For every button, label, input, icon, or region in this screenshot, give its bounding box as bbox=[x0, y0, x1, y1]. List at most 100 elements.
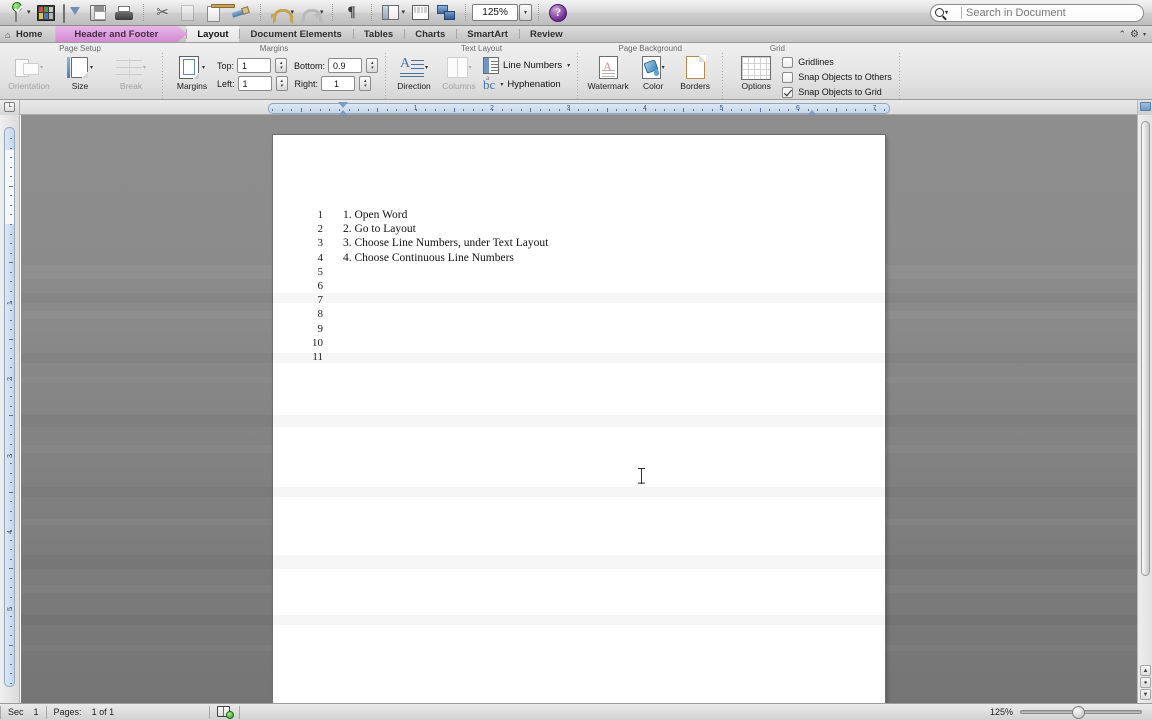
browse-previous-icon[interactable]: ▲ bbox=[1140, 665, 1151, 676]
document-line[interactable]: 3 3. Choose Line Numbers, under Text Layo… bbox=[289, 237, 549, 251]
scrollbar-thumb[interactable] bbox=[1141, 121, 1150, 576]
line-numbers-menu[interactable]: Line Numbers ▾ bbox=[483, 57, 570, 74]
undo-button[interactable] bbox=[267, 2, 293, 24]
help-button[interactable]: ? bbox=[545, 2, 571, 24]
document-line[interactable]: 1 1. Open Word bbox=[289, 209, 548, 223]
ruler-tick bbox=[425, 108, 427, 111]
page-color-button[interactable]: ▾ Color bbox=[634, 54, 672, 91]
zoom-stepper[interactable]: ▾ bbox=[519, 4, 533, 21]
ruler-tick bbox=[9, 243, 12, 245]
status-bar: Sec 1 Pages: 1 of 1 125% bbox=[0, 703, 1152, 720]
document-workspace[interactable]: 1 1. Open Word 2 2. Go to Layout 3 3. Choose … bbox=[21, 115, 1152, 703]
line-text[interactable]: 3. Choose Line Numbers, under Text Layou… bbox=[323, 237, 548, 249]
tab-tables[interactable]: Tables bbox=[352, 26, 404, 42]
status-pages[interactable]: Pages: 1 of 1 bbox=[47, 704, 122, 720]
search-input[interactable] bbox=[966, 6, 1139, 19]
ruler-tick bbox=[9, 472, 12, 474]
tab-smartart[interactable]: SmartArt bbox=[456, 26, 519, 42]
snap-grid-checkbox-box[interactable] bbox=[782, 86, 794, 98]
tab-charts[interactable]: Charts bbox=[404, 26, 456, 42]
search-box[interactable]: ▾ bbox=[930, 3, 1144, 22]
first-line-indent-marker[interactable] bbox=[338, 102, 348, 108]
margin-left-field[interactable]: 1 bbox=[237, 76, 272, 91]
columns-button[interactable]: ▾ Columns bbox=[438, 54, 480, 91]
media-browser-button[interactable] bbox=[433, 2, 459, 24]
cut-button[interactable]: ✂ bbox=[150, 2, 176, 24]
margin-left-stepper[interactable]: ▴ ▾ bbox=[275, 76, 288, 91]
gear-icon[interactable]: ⚙ bbox=[1130, 29, 1139, 40]
gear-caret-icon[interactable]: ▾ bbox=[1143, 31, 1146, 38]
gridlines-checkbox[interactable]: Gridlines bbox=[782, 55, 892, 69]
vertical-ruler-track[interactable]: 1 2 3 4 5 bbox=[4, 127, 15, 687]
tab-review-label: Review bbox=[529, 28, 563, 40]
tab-document-elements[interactable]: Document Elements bbox=[239, 26, 352, 42]
copy-button[interactable] bbox=[176, 2, 202, 24]
tab-layout[interactable]: Layout bbox=[186, 26, 240, 42]
toolbox-button[interactable] bbox=[407, 2, 433, 24]
margin-right-field[interactable]: 1 bbox=[321, 76, 356, 91]
document-line[interactable]: 10 bbox=[289, 337, 548, 351]
margins-button[interactable]: ▾ Margins bbox=[170, 54, 214, 91]
paste-button[interactable] bbox=[202, 2, 236, 24]
document-line[interactable]: 9 bbox=[289, 323, 548, 337]
line-text[interactable]: 1. Open Word bbox=[323, 209, 407, 221]
select-browse-object-icon[interactable]: ● bbox=[1140, 677, 1151, 688]
margin-right-stepper[interactable]: ▴ ▾ bbox=[359, 76, 372, 91]
margin-top-stepper[interactable]: ▴ ▾ bbox=[275, 58, 288, 73]
document-text-body[interactable]: 1 1. Open Word 2 2. Go to Layout 3 3. Choose … bbox=[289, 209, 548, 365]
document-line[interactable]: 2 2. Go to Layout bbox=[289, 223, 548, 237]
ribbon-group-grid: Grid Options Gridlines Snap Objects to O… bbox=[725, 43, 897, 100]
templates-button[interactable] bbox=[33, 2, 59, 24]
grid-options-button[interactable]: Options bbox=[733, 54, 779, 91]
snap-objects-to-grid-checkbox[interactable]: Snap Objects to Grid bbox=[782, 85, 892, 99]
snap-others-checkbox-box[interactable] bbox=[782, 71, 794, 83]
snap-objects-to-others-checkbox[interactable]: Snap Objects to Others bbox=[782, 70, 892, 84]
tab-home[interactable]: ⌂ Home bbox=[0, 26, 58, 42]
document-line[interactable]: 6 bbox=[289, 280, 548, 294]
margin-bottom-stepper[interactable]: ▴ ▾ bbox=[366, 58, 379, 73]
line-text[interactable]: 4. Choose Continuous Line Numbers bbox=[323, 252, 514, 264]
horizontal-ruler-track[interactable]: 1 2 3 4 5 6 7 bbox=[268, 103, 890, 114]
show-marks-button[interactable]: ¶ bbox=[339, 2, 365, 24]
sidebar-button[interactable] bbox=[378, 2, 404, 24]
watermark-button[interactable]: Watermark bbox=[585, 54, 631, 91]
size-button[interactable]: ▾ Size bbox=[56, 54, 104, 91]
redo-arrow-icon bbox=[300, 6, 323, 24]
proofing-status[interactable] bbox=[210, 704, 239, 720]
zoom-value-field[interactable]: 125% bbox=[472, 4, 519, 21]
format-painter-button[interactable] bbox=[228, 2, 254, 24]
ruler-tick bbox=[625, 108, 627, 111]
search-magnifier-icon[interactable]: ▾ bbox=[935, 6, 957, 20]
scrollbar-top-control[interactable] bbox=[1137, 100, 1152, 115]
zoom-slider-knob[interactable] bbox=[1072, 705, 1085, 719]
save-button[interactable] bbox=[85, 2, 111, 24]
document-line[interactable]: 4 4. Choose Continuous Line Numbers bbox=[289, 252, 548, 266]
ruler-tick bbox=[319, 108, 321, 111]
break-button[interactable]: ▾ Break bbox=[107, 54, 155, 91]
direction-button[interactable]: A ▾ Direction bbox=[393, 54, 435, 92]
line-text[interactable]: 2. Go to Layout bbox=[323, 223, 416, 235]
margin-bottom-field[interactable]: 0.9 bbox=[328, 58, 363, 73]
margin-top-field[interactable]: 1 bbox=[237, 58, 272, 73]
ruler-tick bbox=[654, 108, 656, 111]
tab-stop-selector[interactable]: └ bbox=[0, 100, 20, 115]
browse-next-icon[interactable]: ▼ bbox=[1140, 689, 1151, 700]
orientation-button[interactable]: ▾ Orientation bbox=[5, 54, 53, 91]
tab-header-and-footer[interactable]: Header and Footer bbox=[56, 26, 179, 42]
zoom-slider[interactable] bbox=[1020, 705, 1142, 719]
page-borders-button[interactable]: Borders bbox=[675, 54, 715, 91]
vertical-scrollbar[interactable]: ▲ ● ▼ bbox=[1137, 115, 1152, 703]
gridlines-checkbox-box[interactable] bbox=[782, 56, 794, 68]
line-numbers-caret-icon[interactable]: ▾ bbox=[567, 62, 570, 69]
tab-review[interactable]: Review bbox=[518, 26, 574, 42]
vertical-ruler[interactable]: 1 2 3 4 5 bbox=[0, 115, 20, 703]
chevron-up-icon[interactable]: ⌃ bbox=[1118, 29, 1126, 40]
hyphenation-menu[interactable]: bc a ▾ Hyphenation bbox=[483, 74, 570, 91]
page-color-icon bbox=[641, 56, 661, 79]
new-document-button[interactable] bbox=[3, 1, 29, 24]
redo-button[interactable] bbox=[296, 2, 323, 24]
open-button[interactable] bbox=[59, 2, 85, 24]
hyphenation-caret-icon[interactable]: ▾ bbox=[500, 81, 503, 88]
print-button[interactable] bbox=[111, 2, 137, 24]
status-section[interactable]: Sec 1 bbox=[1, 704, 46, 720]
